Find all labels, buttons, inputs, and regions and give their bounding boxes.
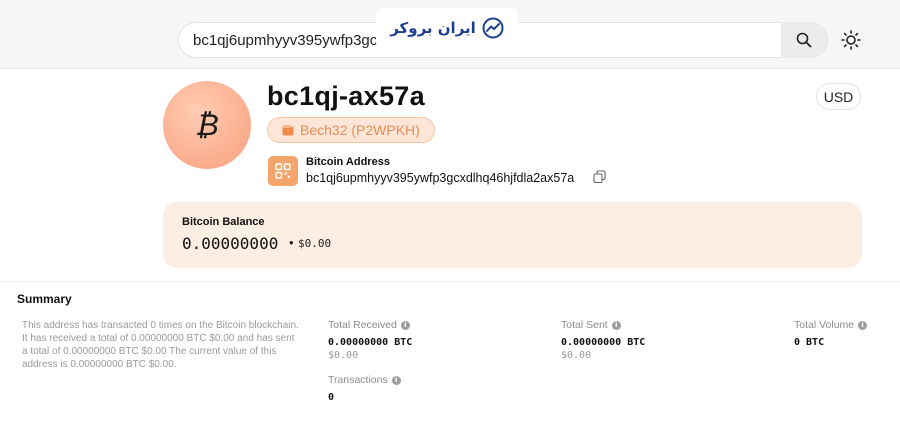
total-received-value: 0.00000000 BTC [328,337,413,348]
transactions-label: Transactions i [328,374,401,386]
bitcoin-avatar: ₿ [163,81,251,169]
info-icon[interactable]: i [858,320,868,330]
bitcoin-icon: ₿ [195,108,219,143]
sun-icon [841,30,861,50]
address-type-label: Bech32 (P2WPKH) [300,122,420,138]
total-volume-value: 0 BTC [794,337,825,348]
watermark-logo: ایران بروکر [376,8,518,48]
copy-icon[interactable] [593,170,607,184]
address-label: Bitcoin Address [306,156,390,168]
total-volume-label-text: Total Volume [794,319,855,331]
balance-fiat-value: $0.00 [298,237,332,250]
wallet-icon [282,124,294,135]
total-received-label-text: Total Received [328,319,397,331]
qr-code-icon [275,163,291,179]
transactions-label-text: Transactions [328,374,388,386]
svg-text:₿: ₿ [195,108,219,143]
currency-selector[interactable]: USD [816,83,861,110]
total-sent-label-text: Total Sent [561,319,608,331]
address-type-badge: Bech32 (P2WPKH) [267,117,435,143]
total-volume-label: Total Volume i [794,319,868,331]
top-bar: ایران بروکر [0,0,900,69]
trend-logo-icon [482,17,504,39]
total-sent-value: 0.00000000 BTC [561,337,646,348]
summary-title: Summary [17,292,72,306]
balance-btc-value: 0.00000000 [182,234,279,253]
balance-label: Bitcoin Balance [182,216,265,228]
total-received-label: Total Received i [328,319,410,331]
transactions-value: 0 [328,392,335,403]
address-full: bc1qj6upmhyyv395ywfp3gcxdlhq46hjfdla2ax5… [306,171,575,185]
theme-toggle-button[interactable] [838,27,864,53]
summary-description: This address has transacted 0 times on t… [22,320,299,370]
search-icon [796,32,812,48]
watermark-text: ایران بروکر [390,19,476,37]
balance-card: Bitcoin Balance 0.00000000 • $0.00 [163,202,862,268]
info-icon[interactable]: i [400,320,410,330]
search-button[interactable] [781,22,827,58]
balance-separator: • [289,235,294,250]
qr-code-button[interactable] [268,156,298,186]
address-title: bc1qj-ax57a [267,81,425,111]
info-icon[interactable]: i [611,320,621,330]
total-sent-label: Total Sent i [561,319,621,331]
section-divider [0,281,900,282]
total-received-fiat: $0.00 [328,350,359,361]
total-sent-fiat: $0.00 [561,350,592,361]
info-icon[interactable]: i [391,375,401,385]
copy-glyph-icon [593,170,606,184]
